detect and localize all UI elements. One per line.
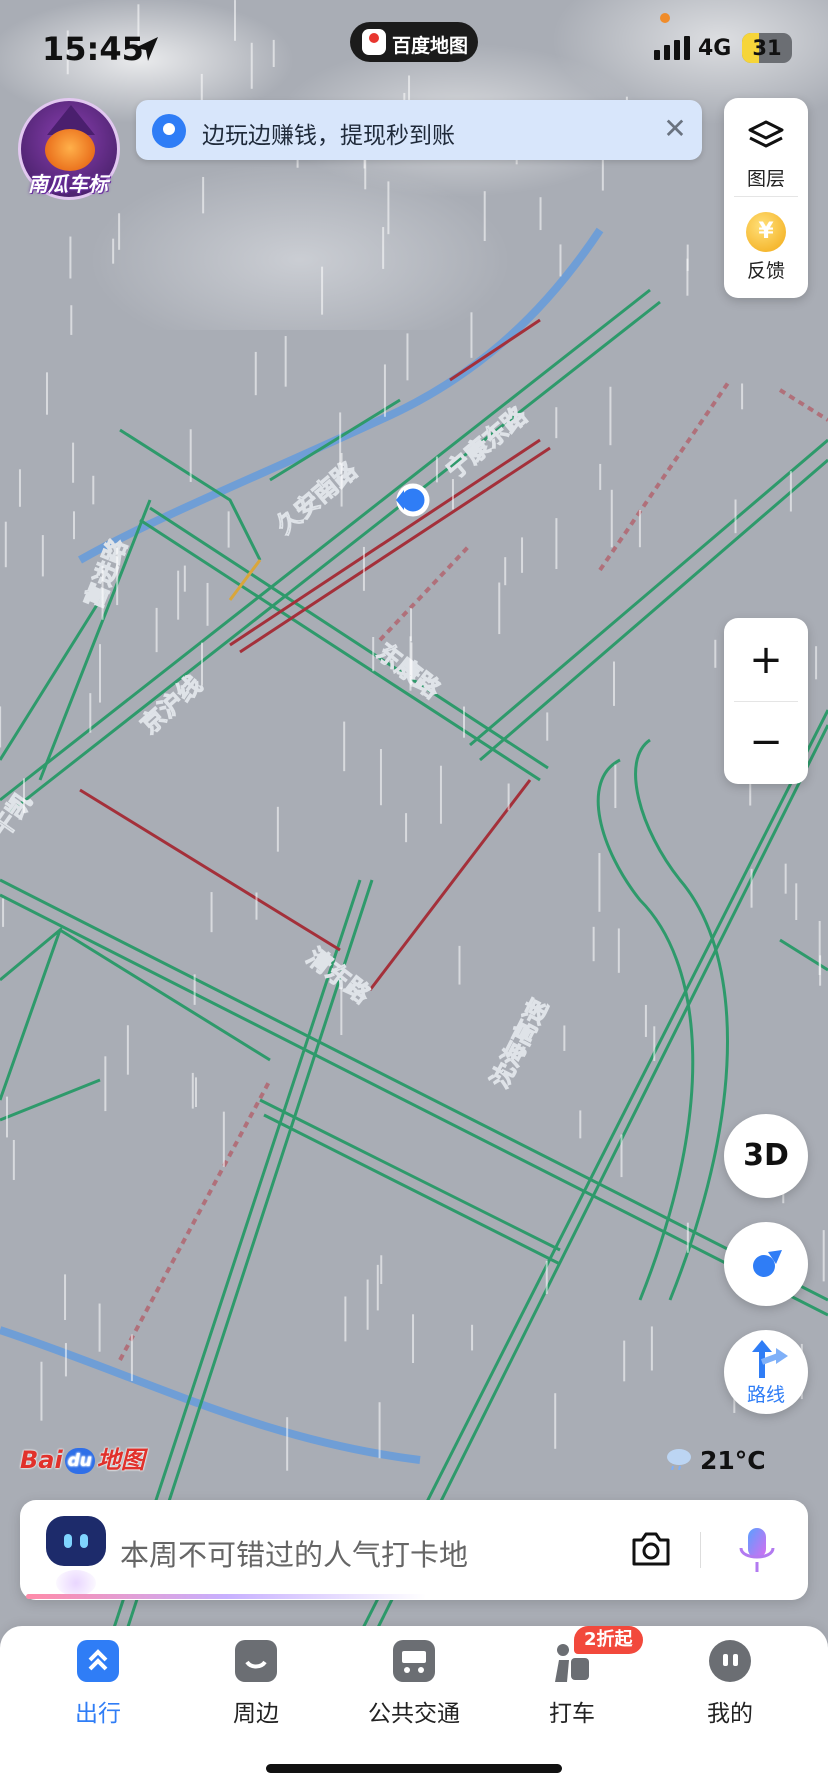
avatar-label[interactable]: 南瓜车标: [16, 168, 120, 197]
zoom-in-button[interactable]: +: [724, 620, 808, 700]
feedback-button[interactable]: ¥ 反馈: [724, 194, 808, 283]
discount-badge: 2折起: [574, 1626, 643, 1654]
clock: 15:45: [42, 30, 144, 68]
battery-level: 31: [752, 36, 782, 60]
battery-icon: 31: [742, 33, 792, 63]
map-tools-panel: 图层 ¥ 反馈: [724, 98, 808, 298]
tab-profile[interactable]: 我的: [670, 1640, 790, 1730]
locate-me-button[interactable]: [724, 1222, 808, 1306]
network-type: 4G: [698, 36, 732, 61]
temperature: 21°C: [700, 1446, 766, 1475]
tab-label: 我的: [707, 1701, 753, 1727]
divider: [700, 1532, 701, 1568]
camera-icon[interactable]: [630, 1530, 672, 1568]
baidu-map-logo: Bai du 地图: [20, 1446, 145, 1474]
route-label: 路线: [746, 1384, 785, 1406]
ai-assistant-icon[interactable]: [46, 1516, 106, 1566]
tab-nearby[interactable]: 周边: [196, 1640, 316, 1730]
tab-label: 周边: [233, 1701, 279, 1727]
tab-label: 出行: [75, 1701, 121, 1727]
tab-label: 打车: [549, 1701, 595, 1727]
banner-text: 边玩边赚钱，提现秒到账: [202, 123, 455, 149]
layers-icon: [748, 120, 784, 148]
status-bar: 15:45 百度地图 4G 31: [0, 0, 828, 100]
app-pill[interactable]: 百度地图: [350, 22, 478, 62]
pumpkin-icon: [45, 129, 95, 171]
zoom-panel: + −: [724, 618, 808, 784]
coin-icon: ¥: [746, 212, 786, 252]
location-pin-icon: [152, 114, 186, 148]
home-indicator[interactable]: [266, 1764, 562, 1773]
signal-icon: [654, 36, 690, 60]
app-pill-label: 百度地图: [392, 35, 469, 57]
zoom-out-button[interactable]: −: [724, 702, 808, 782]
search-gradient: [26, 1594, 426, 1599]
baidu-map-icon: [362, 29, 386, 55]
tab-transit[interactable]: 公共交通: [354, 1640, 474, 1730]
nearby-icon: [235, 1640, 277, 1682]
privacy-indicator: [660, 13, 670, 23]
feedback-label: 反馈: [746, 260, 785, 282]
profile-icon: [709, 1640, 751, 1682]
search-input[interactable]: 本周不可错过的人气打卡地: [120, 1532, 468, 1574]
rain-cloud-icon: [667, 1449, 691, 1470]
weather-widget[interactable]: 21°C: [667, 1446, 766, 1475]
locate-icon: [753, 1250, 782, 1277]
layers-label: 图层: [746, 168, 785, 190]
microphone-icon[interactable]: [732, 1524, 782, 1578]
search-bar[interactable]: 本周不可错过的人气打卡地: [20, 1500, 808, 1600]
location-arrow-icon: [135, 37, 158, 61]
travel-icon: [77, 1640, 119, 1682]
3d-toggle-button[interactable]: 3D: [724, 1114, 808, 1198]
tab-travel[interactable]: 出行: [38, 1640, 158, 1730]
layers-button[interactable]: 图层: [724, 98, 808, 191]
assistant-glow: [56, 1570, 96, 1596]
close-icon[interactable]: ✕: [660, 114, 690, 144]
promo-banner[interactable]: 边玩边赚钱，提现秒到账 ✕: [136, 100, 702, 160]
tab-label: 公共交通: [368, 1701, 460, 1727]
bus-icon: [393, 1640, 435, 1682]
route-button[interactable]: 路线: [724, 1330, 808, 1414]
